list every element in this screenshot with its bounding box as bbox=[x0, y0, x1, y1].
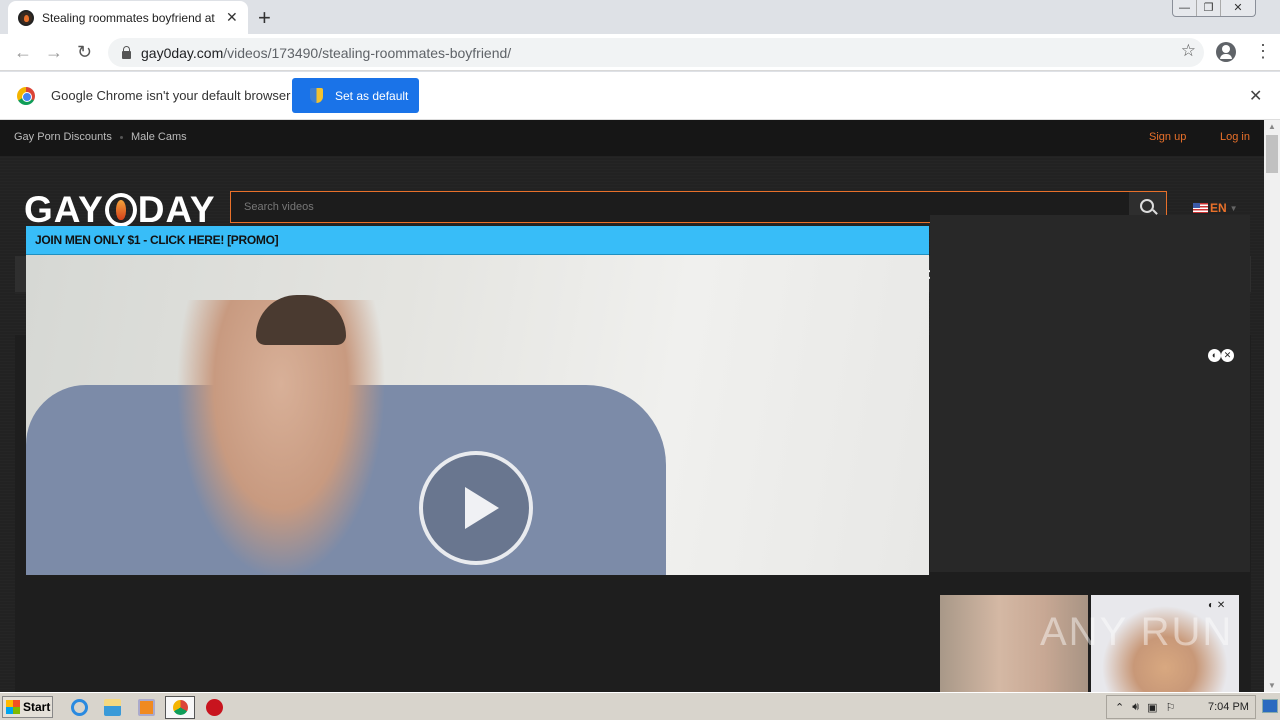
top-link-strip: Gay Porn Discounts Male Cams Sign up Log… bbox=[0, 120, 1264, 156]
internet-explorer-icon[interactable] bbox=[71, 699, 88, 716]
tray-expand-icon[interactable]: ⌃ bbox=[1115, 701, 1124, 714]
start-button[interactable]: Start bbox=[2, 696, 53, 718]
ad-info-icon[interactable]: ◐ bbox=[1208, 349, 1221, 362]
scroll-down-arrow-icon[interactable]: ▼ bbox=[1268, 681, 1276, 690]
media-player-icon[interactable] bbox=[138, 699, 155, 716]
infobar-message: Google Chrome isn't your default browser bbox=[51, 88, 291, 103]
sign-up-link[interactable]: Sign up bbox=[1149, 131, 1186, 143]
profile-avatar-icon[interactable] bbox=[1216, 42, 1236, 62]
gay-porn-discounts-link[interactable]: Gay Porn Discounts bbox=[14, 131, 112, 143]
male-cams-link[interactable]: Male Cams bbox=[131, 131, 187, 143]
set-as-default-button[interactable]: Set as default bbox=[292, 78, 419, 113]
sidebar-ad bbox=[930, 215, 1250, 572]
log-in-link[interactable]: Log in bbox=[1220, 131, 1250, 143]
site-logo[interactable]: GAY DAY bbox=[24, 189, 216, 231]
default-browser-infobar: Google Chrome isn't your default browser… bbox=[0, 72, 1280, 120]
site-favicon-icon bbox=[18, 9, 34, 26]
separator-dot bbox=[120, 136, 123, 139]
tab-strip: Stealing roommates boyfriend at Gay0day … bbox=[0, 0, 1280, 34]
tab-title: Stealing roommates boyfriend at Gay0day bbox=[42, 10, 218, 25]
promo-banner[interactable]: JOIN MEN ONLY $1 - CLICK HERE! [PROMO] bbox=[26, 226, 929, 255]
reload-icon[interactable]: ↻ bbox=[77, 42, 92, 63]
ad-controls: ◐ ✕ bbox=[1208, 349, 1234, 362]
language-label: EN bbox=[1210, 201, 1227, 215]
volume-icon[interactable]: 🔊︎ bbox=[1132, 701, 1139, 714]
language-selector[interactable]: EN ▼ bbox=[1193, 201, 1238, 215]
chrome-icon bbox=[173, 700, 188, 715]
tab-close-icon[interactable]: ✕ bbox=[226, 9, 238, 26]
scroll-thumb[interactable] bbox=[1266, 135, 1278, 173]
clock[interactable]: 7:04 PM bbox=[1208, 701, 1249, 713]
uac-shield-icon bbox=[310, 88, 323, 103]
file-explorer-icon[interactable] bbox=[104, 699, 121, 716]
chrome-menu-icon[interactable]: ⋮ bbox=[1254, 42, 1272, 60]
close-window-button[interactable]: ✕ bbox=[1221, 0, 1255, 16]
url-text[interactable]: gay0day.com/videos/173490/stealing-roomm… bbox=[141, 45, 511, 61]
infobar-close-icon[interactable]: ✕ bbox=[1249, 86, 1262, 106]
minimize-button[interactable]: — bbox=[1173, 0, 1197, 16]
window-controls: — ❐ ✕ bbox=[1172, 0, 1256, 17]
anyrun-watermark: ANY RUN bbox=[1040, 610, 1234, 654]
set-as-default-label: Set as default bbox=[335, 88, 409, 103]
flame-logo-icon bbox=[104, 193, 137, 227]
new-tab-button[interactable]: + bbox=[258, 5, 271, 31]
show-desktop-button[interactable] bbox=[1262, 699, 1278, 713]
scroll-up-arrow-icon[interactable]: ▲ bbox=[1268, 122, 1276, 131]
chrome-taskbar-button[interactable] bbox=[165, 696, 195, 719]
browser-tab[interactable]: Stealing roommates boyfriend at Gay0day … bbox=[8, 1, 248, 34]
us-flag-icon bbox=[1193, 203, 1208, 213]
ad-close-icon[interactable]: ✕ bbox=[1221, 349, 1234, 362]
play-button-icon[interactable] bbox=[419, 451, 533, 565]
opera-icon[interactable] bbox=[206, 699, 223, 716]
start-label: Start bbox=[23, 700, 51, 714]
video-player[interactable] bbox=[26, 255, 929, 575]
network-icon[interactable]: ▣ bbox=[1147, 701, 1157, 714]
lock-icon bbox=[122, 45, 131, 59]
bookmark-star-icon[interactable]: ☆ bbox=[1181, 41, 1196, 61]
back-arrow-icon[interactable]: ← bbox=[14, 42, 32, 63]
page-scrollbar[interactable]: ▲ ▼ bbox=[1264, 120, 1280, 692]
chrome-logo-icon bbox=[17, 87, 35, 105]
browser-toolbar: ← → ↻ gay0day.com/videos/173490/stealing… bbox=[0, 34, 1280, 71]
logo-text-left: GAY bbox=[24, 189, 104, 230]
restore-button[interactable]: ❐ bbox=[1197, 0, 1221, 16]
action-center-flag-icon[interactable]: ⚐ bbox=[1166, 701, 1176, 714]
logo-text-right: DAY bbox=[137, 189, 216, 230]
windows-taskbar: Start ⌃ 🔊︎ ▣ ⚐ 7:04 PM bbox=[0, 692, 1280, 720]
forward-arrow-icon[interactable]: → bbox=[45, 42, 63, 63]
address-bar[interactable]: gay0day.com/videos/173490/stealing-roomm… bbox=[108, 38, 1204, 67]
caret-down-icon: ▼ bbox=[1229, 203, 1238, 213]
windows-logo-icon bbox=[6, 700, 20, 714]
